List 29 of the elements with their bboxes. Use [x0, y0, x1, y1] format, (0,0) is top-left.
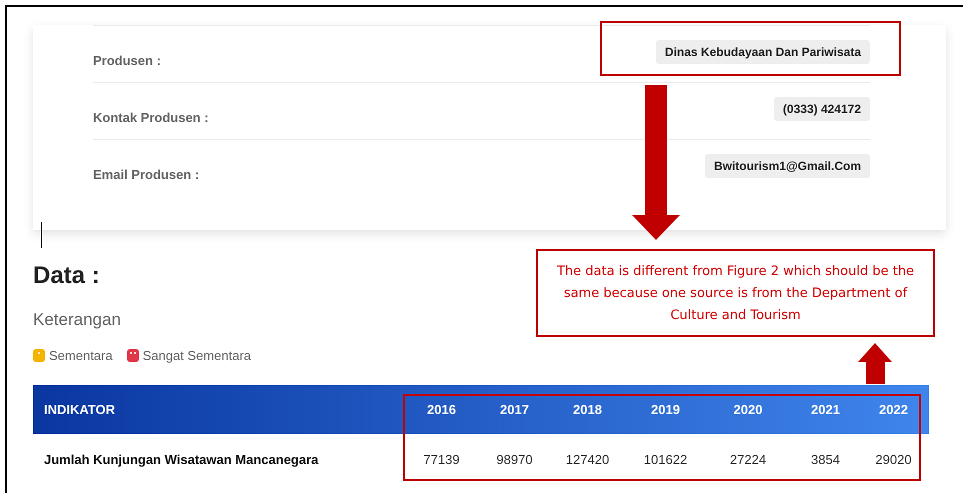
column-header: 2016 — [426, 401, 457, 419]
callout-note: The data is different from Figure 2 which should be the same because one source is from the Department of Culture and Tourism — [536, 249, 935, 337]
column-header: 2017 — [499, 401, 530, 419]
field-label: Kontak Produsen : — [93, 110, 209, 125]
legend-label: Sementara — [49, 348, 113, 363]
legend-label: Sangat Sementara — [142, 348, 251, 363]
section-heading: Data : — [33, 262, 100, 290]
field-value: Dinas Kebudayaan Dan Pariwisata — [656, 40, 870, 64]
field-label: Produsen : — [93, 53, 161, 68]
field-value: Bwitourism1@Gmail.Com — [704, 154, 870, 178]
table-cell-text: 27224 — [728, 451, 768, 467]
table-cell-text: 3854 — [810, 451, 841, 467]
column-header: 2021 — [810, 401, 841, 419]
table-cell-text: 29020 — [874, 451, 913, 467]
column-header: 2020 — [732, 401, 764, 419]
table-cell-text: 77139 — [422, 451, 461, 467]
field-value: (0333) 424172 — [774, 97, 870, 121]
table-cell-text: 127420 — [564, 451, 610, 467]
column-header: 2019 — [650, 401, 681, 419]
table-cell-text: 98970 — [495, 451, 534, 467]
field-label: Email Produsen : — [93, 167, 200, 182]
column-header: 2022 — [878, 401, 909, 419]
table-cell-text: 101622 — [642, 451, 688, 467]
table-cell-text: Jumlah Kunjungan Wisatawan Mancanegara — [43, 451, 320, 467]
column-header: 2018 — [572, 401, 603, 419]
text-cursor — [41, 222, 42, 248]
column-header: INDIKATOR — [43, 401, 116, 419]
legend-title: Keterangan — [33, 310, 121, 330]
up-arrow — [858, 343, 892, 384]
